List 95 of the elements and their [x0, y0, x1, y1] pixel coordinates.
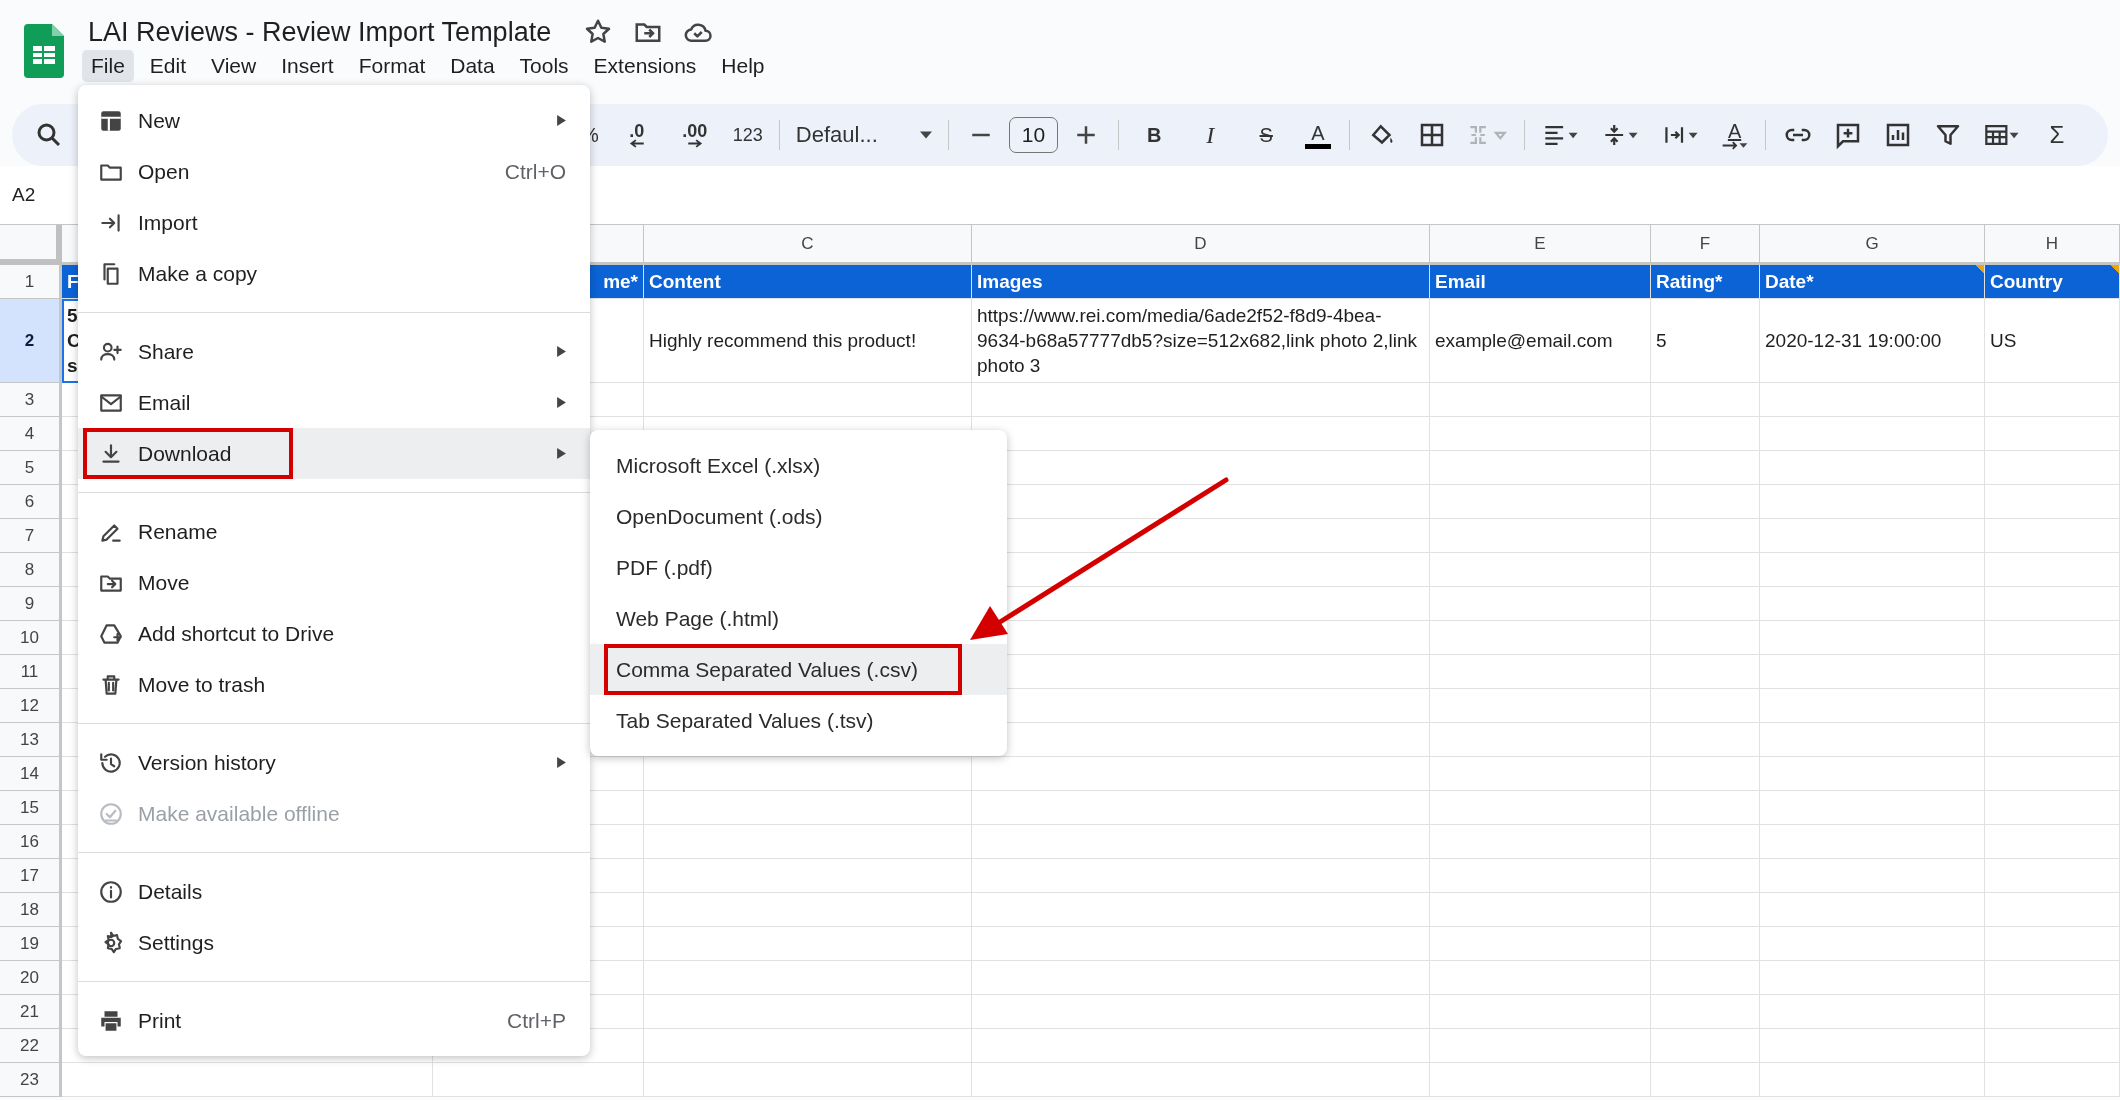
menu-item[interactable]: New — [78, 95, 590, 146]
submenu-arrow-icon — [557, 346, 566, 357]
row-header[interactable]: 2 — [0, 299, 62, 383]
row-header[interactable]: 8 — [0, 553, 62, 587]
menu-bar-item[interactable]: Tools — [510, 50, 578, 82]
text-rotation-button[interactable]: A — [1714, 120, 1755, 150]
table-cell: 5 — [1651, 299, 1760, 383]
menu-item[interactable]: Email — [78, 377, 590, 428]
menu-item[interactable]: Comma Separated Values (.csv) — [590, 644, 1007, 695]
header-cell: Content — [644, 265, 972, 299]
menu-item[interactable]: Microsoft Excel (.xlsx) — [590, 440, 1007, 491]
menu-item[interactable]: Rename — [78, 506, 590, 557]
row-header[interactable]: 3 — [0, 383, 62, 417]
menu-bar-item[interactable]: View — [202, 50, 266, 82]
submenu-arrow-icon — [557, 115, 566, 126]
submenu-arrow-icon — [557, 397, 566, 408]
submenu-arrow-icon — [557, 448, 566, 459]
row-header[interactable]: 4 — [0, 417, 62, 451]
functions-button[interactable]: Σ — [2043, 121, 2071, 149]
table-cell: https://www.rei.com/media/6ade2f52-f8d9-4bea-9634-b68a57777db5?size=512x682,link photo 2,link photo 3 — [972, 299, 1430, 383]
column-header[interactable]: D — [972, 225, 1430, 265]
column-header[interactable]: H — [1985, 225, 2120, 265]
row-header[interactable]: 22 — [0, 1029, 62, 1063]
row-header[interactable]: 18 — [0, 893, 62, 927]
menu-item[interactable]: Add shortcut to Drive — [78, 608, 590, 659]
menu-item[interactable]: Web Page (.html) — [590, 593, 1007, 644]
right-arrow-icon — [686, 138, 703, 148]
row-header[interactable]: 12 — [0, 689, 62, 723]
row-header[interactable]: 11 — [0, 655, 62, 689]
font-dropdown[interactable]: Defaul... — [789, 122, 938, 148]
menu-item[interactable]: Share — [78, 326, 590, 377]
column-header[interactable]: C — [644, 225, 972, 265]
menu-bar-item[interactable]: File — [82, 50, 134, 82]
menu-bar-item[interactable]: Edit — [140, 50, 196, 82]
name-box[interactable]: A2 — [12, 184, 36, 206]
sheets-logo-icon[interactable] — [24, 24, 64, 78]
row-header[interactable]: 19 — [0, 927, 62, 961]
column-header[interactable]: G — [1760, 225, 1985, 265]
row-header[interactable]: 21 — [0, 995, 62, 1029]
column-header[interactable]: E — [1430, 225, 1651, 265]
menu-item[interactable]: Tab Separated Values (.tsv) — [590, 695, 1007, 746]
row-header[interactable]: 1 — [0, 265, 62, 299]
row-header[interactable]: 6 — [0, 485, 62, 519]
menu-item[interactable]: Version history — [78, 737, 590, 788]
table-cell: 2020-12-31 19:00:00 — [1760, 299, 1985, 383]
menu-bar-item[interactable]: Extensions — [584, 50, 706, 82]
row-header[interactable]: 15 — [0, 791, 62, 825]
table-cell: example@email.com — [1430, 299, 1651, 383]
left-arrow-icon — [628, 138, 645, 148]
menu-item[interactable]: Settings — [78, 917, 590, 968]
menu-bar-item[interactable]: Data — [441, 50, 504, 82]
row-header[interactable]: 16 — [0, 825, 62, 859]
table-cell: Highly recommend this product! — [644, 299, 972, 383]
row-header[interactable]: 14 — [0, 757, 62, 791]
decrease-decimals-button[interactable]: .0 — [610, 122, 663, 148]
header-cell: Country — [1985, 265, 2120, 299]
row-header[interactable]: 23 — [0, 1063, 62, 1097]
row-header[interactable]: 5 — [0, 451, 62, 485]
strikethrough-button[interactable]: S — [1241, 123, 1292, 147]
row-header[interactable]: 7 — [0, 519, 62, 553]
header-cell: Date* — [1760, 265, 1985, 299]
font-size-field[interactable]: 10 — [1008, 117, 1059, 153]
offline-check-icon — [98, 800, 124, 827]
document-title[interactable]: LAI Reviews - Review Import Template — [88, 16, 552, 48]
header-cell: Images — [972, 265, 1430, 299]
menu-item[interactable]: Download — [78, 428, 590, 479]
row-header[interactable]: 13 — [0, 723, 62, 757]
info-icon — [98, 878, 124, 905]
row-header[interactable]: 10 — [0, 621, 62, 655]
menu-item[interactable]: Import — [78, 197, 590, 248]
number-format-button[interactable]: 123 — [726, 124, 769, 146]
row-header[interactable]: 20 — [0, 961, 62, 995]
bold-button[interactable]: B — [1129, 123, 1180, 147]
header-cell: Email — [1430, 265, 1651, 299]
text-color-button[interactable]: A — [1305, 121, 1331, 149]
menu-item[interactable]: Move — [78, 557, 590, 608]
italic-button[interactable]: I — [1185, 121, 1236, 149]
menu-bar-item[interactable]: Help — [712, 50, 774, 82]
row-header[interactable]: 17 — [0, 859, 62, 893]
caret-icon — [919, 131, 932, 139]
row-header[interactable]: 9 — [0, 587, 62, 621]
table-cell: US — [1985, 299, 2120, 383]
menu-item[interactable]: Move to trash — [78, 659, 590, 710]
menu-item[interactable]: Open Ctrl+O — [78, 146, 590, 197]
menu-item[interactable]: OpenDocument (.ods) — [590, 491, 1007, 542]
submenu-arrow-icon — [557, 757, 566, 768]
header-cell: Rating* — [1651, 265, 1760, 299]
menu-bar-item[interactable]: Format — [349, 50, 435, 82]
column-header[interactable]: F — [1651, 225, 1760, 265]
increase-decimals-button[interactable]: .00 — [668, 122, 721, 148]
menu-item[interactable]: Details — [78, 866, 590, 917]
menu-item[interactable]: Print Ctrl+P — [78, 995, 590, 1046]
menu-item[interactable]: PDF (.pdf) — [590, 542, 1007, 593]
menu-bar-item[interactable]: Insert — [272, 50, 343, 82]
arrow-caret-icon — [1720, 140, 1749, 150]
